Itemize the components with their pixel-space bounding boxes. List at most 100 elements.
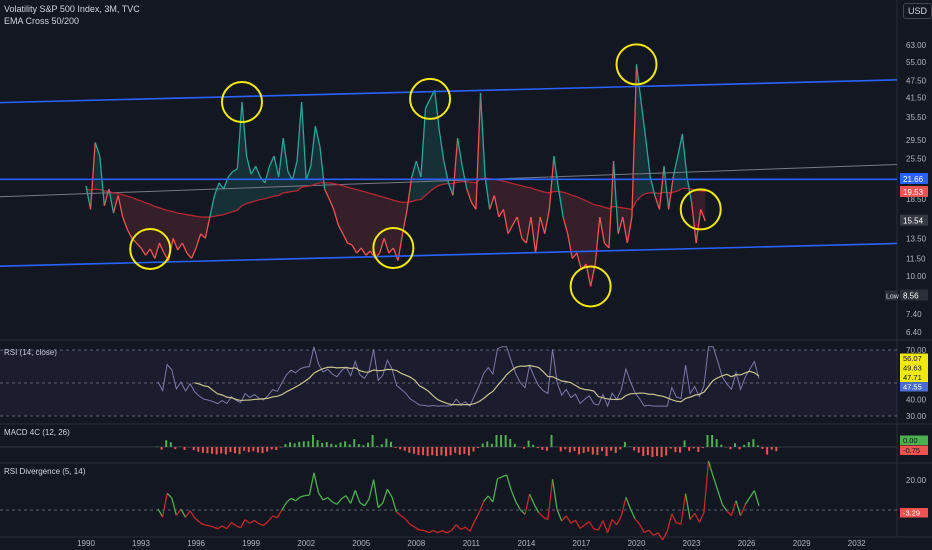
macd-bar xyxy=(587,447,590,452)
rsidiv-segment xyxy=(510,489,517,502)
macd-bar xyxy=(233,447,236,454)
rsidiv-segment xyxy=(501,474,507,478)
x-tick-label: 2017 xyxy=(573,539,591,548)
rsidiv-segment xyxy=(487,495,494,503)
price-tick-label: 10.00 xyxy=(906,272,927,281)
rsidiv-segment xyxy=(276,509,283,518)
macd-pane xyxy=(0,435,897,457)
macd-bar xyxy=(256,447,259,453)
vix-chart[interactable]: 63.0055.0047.5041.5035.5029.5025.5018.50… xyxy=(0,0,932,550)
rsidiv-segment xyxy=(684,493,691,520)
rsidiv-segment xyxy=(157,508,164,518)
x-tick-label: 1999 xyxy=(242,539,260,548)
rsidiv-segment xyxy=(166,492,173,499)
x-tick-label: 1990 xyxy=(77,539,95,548)
ema-fill-segment xyxy=(347,187,353,246)
rsidiv-segment xyxy=(657,532,664,541)
macd-bar xyxy=(596,447,599,456)
macd-bar xyxy=(472,447,475,452)
rsidiv-segment xyxy=(235,525,241,529)
rsidiv-tag-text: -3.29 xyxy=(903,509,920,518)
rsidiv-segment xyxy=(318,492,324,501)
macd-bar xyxy=(220,447,223,454)
rsidiv-segment xyxy=(570,519,576,524)
rsidiv-segment xyxy=(680,493,687,525)
macd-bar xyxy=(523,447,525,449)
macd-bar xyxy=(279,447,282,448)
rsi-tick-label: 30.00 xyxy=(906,412,927,421)
macd-bar xyxy=(307,441,310,447)
rsi-tag-text: 56.07 xyxy=(903,354,922,363)
rsidiv-segment xyxy=(588,521,595,530)
macd-bar xyxy=(729,447,732,450)
rsidiv-segment xyxy=(643,529,650,534)
rsidiv-segment xyxy=(730,500,737,516)
ema-fill-segment xyxy=(232,168,238,212)
rsidiv-segment xyxy=(653,532,659,537)
rsidiv-segment xyxy=(524,494,531,515)
grid xyxy=(0,0,932,538)
rsidiv-segment xyxy=(455,524,462,530)
ema-fill-segment xyxy=(489,178,495,210)
macd-bar xyxy=(344,441,347,447)
macd-bar xyxy=(573,447,576,452)
macd-tag-text: 0.00 xyxy=(903,436,918,445)
macd-bar xyxy=(380,444,383,447)
rsidiv-segment xyxy=(363,498,370,507)
macd-bar xyxy=(486,441,489,447)
rsidiv-segment xyxy=(712,476,719,491)
rsi-tag-text: 47.55 xyxy=(903,383,922,392)
price-tick-label: 63.00 xyxy=(906,41,927,50)
rsidiv-segment xyxy=(354,490,361,503)
rsidiv-segment xyxy=(473,512,480,522)
rsidiv-segment xyxy=(382,489,388,504)
ema-fill-segment xyxy=(251,166,256,203)
macd-bar xyxy=(766,447,769,455)
x-tick-label: 2008 xyxy=(407,539,425,548)
rsidiv-segment xyxy=(322,496,329,501)
macd-bar xyxy=(619,447,622,450)
macd-bar xyxy=(275,447,278,451)
rsidiv-segment xyxy=(189,510,196,519)
rsidiv-segment xyxy=(171,497,177,516)
rsidiv-segment xyxy=(597,520,604,531)
ema-fill-segment xyxy=(228,171,233,214)
rsidiv-segment xyxy=(290,497,296,502)
rsidiv-segment xyxy=(281,502,288,511)
macd-bar xyxy=(688,447,691,451)
ema-fill-segment xyxy=(604,207,609,248)
macd-bar xyxy=(224,447,227,455)
rsidiv-segment xyxy=(593,528,599,531)
macd-bar xyxy=(591,447,594,455)
macd-bar xyxy=(747,442,750,447)
rsidiv-segment xyxy=(350,490,356,504)
macd-bar xyxy=(665,447,668,456)
price-tick-label: 7.40 xyxy=(906,310,922,319)
macd-bar xyxy=(646,447,649,456)
price-tick-label: 25.50 xyxy=(906,155,927,164)
macd-bar xyxy=(559,447,562,452)
x-tick-label: 2020 xyxy=(628,539,646,548)
ema-fill-segment xyxy=(196,216,201,248)
rsidiv-segment xyxy=(345,495,352,504)
rsidiv-segment xyxy=(749,490,755,498)
macd-bar xyxy=(422,447,425,456)
macd-bar xyxy=(532,444,535,447)
rsidiv-segment xyxy=(451,524,457,531)
rsidiv-segment xyxy=(405,518,411,525)
price-tick-label: 47.50 xyxy=(906,76,927,85)
macd-bar xyxy=(527,440,530,447)
macd-bar xyxy=(651,447,654,457)
ema-fill-segment xyxy=(141,200,146,256)
rsidiv-segment xyxy=(258,523,264,527)
macd-bar xyxy=(334,444,337,447)
rsidiv-segment xyxy=(217,525,223,530)
rsi-tag-text: 49.63 xyxy=(903,364,922,373)
macd-bar xyxy=(656,447,659,457)
rsidiv-segment xyxy=(198,521,205,526)
x-tick-label: 2032 xyxy=(848,539,866,548)
rsidiv-segment xyxy=(506,474,512,491)
macd-bar xyxy=(206,447,209,454)
macd-bar xyxy=(289,442,292,447)
rsidiv-segment xyxy=(272,515,278,519)
